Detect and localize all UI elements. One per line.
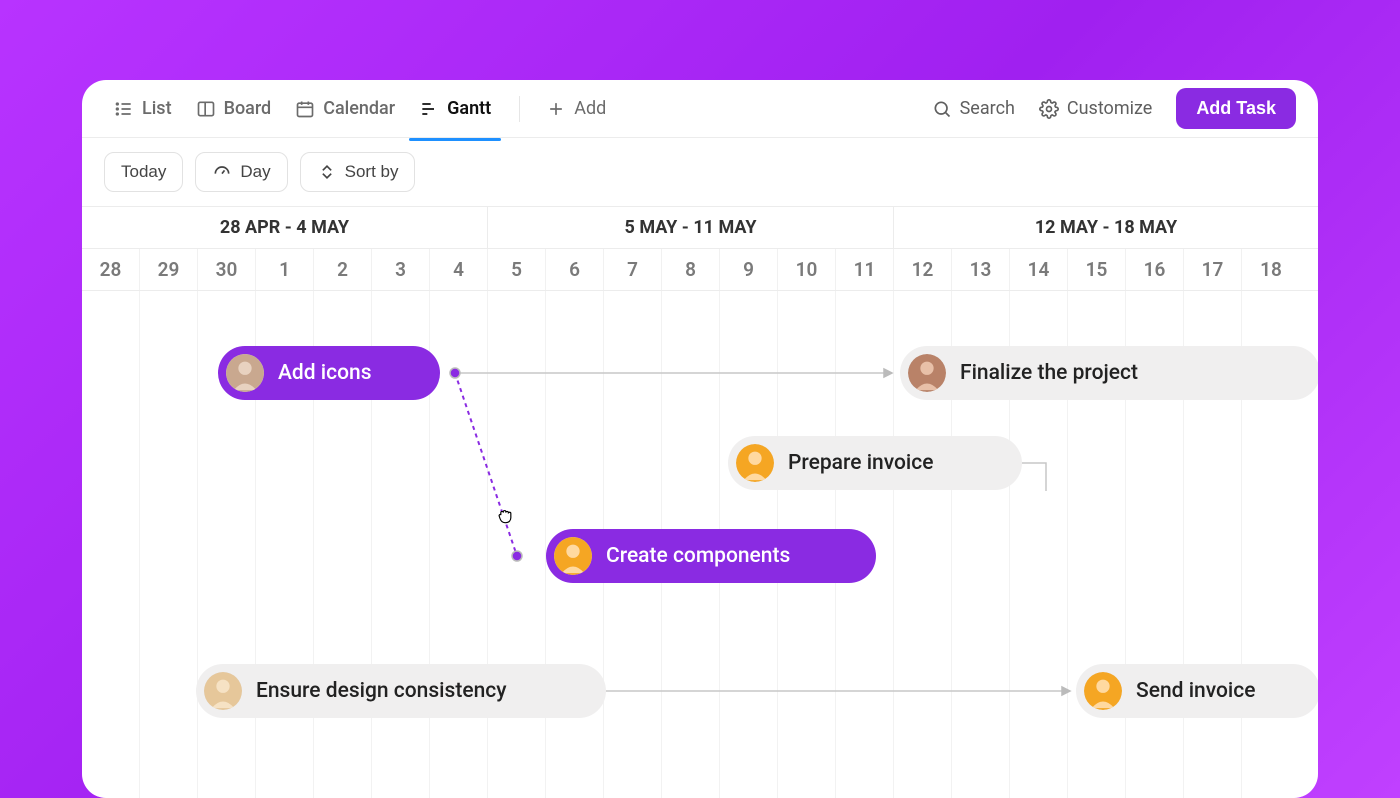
today-button[interactable]: Today	[104, 152, 183, 192]
day-cell: 12	[894, 249, 952, 290]
day-cell: 18	[1242, 249, 1300, 290]
add-view-label: Add	[574, 98, 606, 119]
tab-label: Board	[224, 98, 272, 119]
day-cell: 13	[952, 249, 1010, 290]
gantt-icon	[419, 99, 439, 119]
separator	[519, 96, 520, 122]
gantt-area[interactable]: Add icons Finalize the project Prepare i…	[82, 291, 1318, 798]
task-finalize[interactable]: Finalize the project	[900, 346, 1318, 400]
task-label: Send invoice	[1136, 679, 1256, 703]
avatar	[736, 444, 774, 482]
tab-list[interactable]: List	[104, 90, 182, 127]
avatar	[554, 537, 592, 575]
task-prepare-invoice[interactable]: Prepare invoice	[728, 436, 1022, 490]
day-cell: 29	[140, 249, 198, 290]
day-cell: 8	[662, 249, 720, 290]
avatar	[204, 672, 242, 710]
board-icon	[196, 99, 216, 119]
task-label: Finalize the project	[960, 361, 1138, 385]
day-cell: 2	[314, 249, 372, 290]
avatar	[1084, 672, 1122, 710]
gauge-icon	[212, 162, 232, 182]
days-row: 28 29 30 1 2 3 4 5 6 7 8 9 10 11 12 13 1…	[82, 249, 1318, 291]
weeks-row: 28 APR - 4 MAY 5 MAY - 11 MAY 12 MAY - 1…	[82, 206, 1318, 249]
search-icon	[932, 99, 952, 119]
task-label: Prepare invoice	[788, 451, 933, 475]
sort-button[interactable]: Sort by	[300, 152, 416, 192]
list-icon	[114, 99, 134, 119]
customize-button[interactable]: Customize	[1039, 98, 1152, 119]
calendar-icon	[295, 99, 315, 119]
view-tabs: List Board Calendar Gantt	[104, 90, 614, 127]
add-view-button[interactable]: Add	[538, 92, 614, 125]
day-cell: 14	[1010, 249, 1068, 290]
task-label: Add icons	[278, 361, 372, 385]
sort-icon	[317, 162, 337, 182]
gear-icon	[1039, 99, 1059, 119]
customize-label: Customize	[1067, 98, 1152, 119]
task-send-invoice[interactable]: Send invoice	[1076, 664, 1318, 718]
day-cell: 11	[836, 249, 894, 290]
tab-label: Gantt	[447, 98, 491, 119]
day-label: Day	[240, 162, 270, 182]
task-create-components[interactable]: Create components	[546, 529, 876, 583]
toolbar-right: Search Customize Add Task	[932, 88, 1296, 129]
add-task-button[interactable]: Add Task	[1176, 88, 1296, 129]
day-cell: 30	[198, 249, 256, 290]
tab-gantt[interactable]: Gantt	[409, 90, 501, 127]
search-button[interactable]: Search	[932, 98, 1015, 119]
week-cell: 12 MAY - 18 MAY	[894, 207, 1318, 248]
day-cell: 16	[1126, 249, 1184, 290]
day-cell: 9	[720, 249, 778, 290]
task-label: Ensure design consistency	[256, 679, 507, 703]
day-cell: 5	[488, 249, 546, 290]
day-cell: 10	[778, 249, 836, 290]
week-cell: 28 APR - 4 MAY	[82, 207, 488, 248]
plus-icon	[546, 99, 566, 119]
avatar	[908, 354, 946, 392]
tab-calendar[interactable]: Calendar	[285, 90, 405, 127]
day-cell: 15	[1068, 249, 1126, 290]
task-label: Create components	[606, 544, 790, 568]
day-cell: 4	[430, 249, 488, 290]
day-cell: 3	[372, 249, 430, 290]
day-cell: 7	[604, 249, 662, 290]
day-button[interactable]: Day	[195, 152, 287, 192]
timeline-header: 28 APR - 4 MAY 5 MAY - 11 MAY 12 MAY - 1…	[82, 206, 1318, 291]
day-cell: 17	[1184, 249, 1242, 290]
tab-label: List	[142, 98, 172, 119]
day-cell: 28	[82, 249, 140, 290]
sort-label: Sort by	[345, 162, 399, 182]
avatar	[226, 354, 264, 392]
week-cell: 5 MAY - 11 MAY	[488, 207, 894, 248]
task-add-icons[interactable]: Add icons	[218, 346, 440, 400]
app-window: List Board Calendar Gantt	[82, 80, 1318, 798]
top-toolbar: List Board Calendar Gantt	[82, 80, 1318, 138]
sub-toolbar: Today Day Sort by	[82, 138, 1318, 206]
grab-cursor-icon	[495, 506, 515, 528]
day-cell: 6	[546, 249, 604, 290]
search-label: Search	[960, 98, 1015, 119]
task-ensure-design[interactable]: Ensure design consistency	[196, 664, 606, 718]
day-cell: 1	[256, 249, 314, 290]
tab-board[interactable]: Board	[186, 90, 282, 127]
tab-label: Calendar	[323, 98, 395, 119]
